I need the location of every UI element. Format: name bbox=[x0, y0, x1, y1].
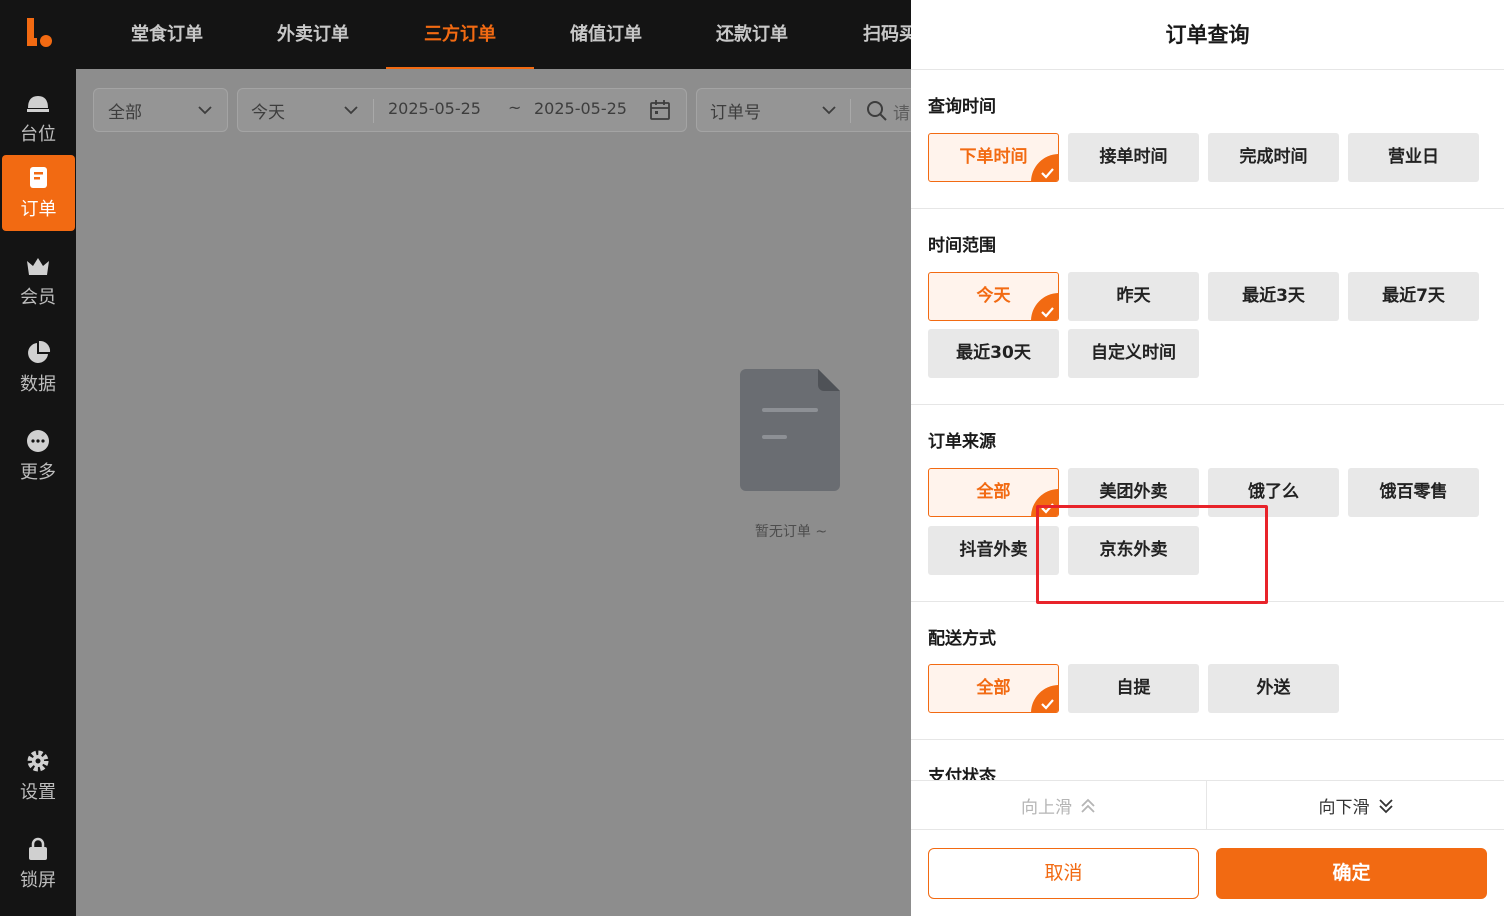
check-icon bbox=[1031, 685, 1058, 712]
chevron-down-icon bbox=[822, 106, 836, 115]
option-label: 下单时间 bbox=[959, 147, 1028, 167]
section-delivery-method: 配送方式 全部 自提 外送 bbox=[911, 602, 1504, 740]
chevron-down-icon bbox=[344, 106, 358, 115]
check-icon bbox=[1031, 293, 1058, 320]
section-payment-status: 支付状态 bbox=[911, 740, 1504, 780]
pie-chart-icon bbox=[28, 340, 51, 363]
option-home-delivery[interactable]: 外送 bbox=[1208, 664, 1339, 713]
option-custom-time[interactable]: 自定义时间 bbox=[1068, 329, 1199, 378]
option-last-7-days[interactable]: 最近7天 bbox=[1348, 272, 1479, 321]
status-select-value: 全部 bbox=[108, 102, 142, 123]
option-today[interactable]: 今天 bbox=[928, 272, 1059, 321]
scroll-down-label: 向下滑 bbox=[1318, 798, 1370, 818]
search-type-value: 订单号 bbox=[710, 102, 761, 123]
member-icon bbox=[27, 258, 49, 275]
option-business-day[interactable]: 营业日 bbox=[1348, 133, 1479, 182]
sidebar-item-tables[interactable]: 台位 bbox=[0, 80, 76, 156]
order-list-area: 全部 今天 2025-05-25 ~ 2025-05-25 订单号 请 暂无订单… bbox=[76, 69, 926, 916]
option-eleme[interactable]: 饿了么 bbox=[1208, 468, 1339, 517]
gear-icon bbox=[27, 750, 49, 772]
option-meituan[interactable]: 美团外卖 bbox=[1068, 468, 1199, 517]
empty-document-icon bbox=[740, 369, 840, 491]
scroll-down-button[interactable]: 向下滑 bbox=[1208, 781, 1504, 830]
start-date[interactable]: 2025-05-25 bbox=[388, 99, 481, 118]
order-search[interactable]: 订单号 请 bbox=[696, 88, 926, 132]
scroll-up-button[interactable]: 向上滑 bbox=[911, 781, 1207, 830]
option-delivery-all[interactable]: 全部 bbox=[928, 664, 1059, 713]
section-title: 支付状态 bbox=[928, 767, 996, 780]
sidebar-item-more[interactable]: 更多 bbox=[0, 418, 76, 494]
option-jd-delivery[interactable]: 京东外卖 bbox=[1068, 526, 1199, 575]
section-title: 订单来源 bbox=[928, 432, 996, 452]
option-ebai-retail[interactable]: 饿百零售 bbox=[1348, 468, 1479, 517]
option-label: 全部 bbox=[976, 678, 1011, 698]
tab-stored-value-orders[interactable]: 储值订单 bbox=[570, 0, 642, 69]
more-icon bbox=[27, 430, 49, 452]
section-title: 查询时间 bbox=[928, 97, 996, 117]
sidebar-item-orders[interactable]: 订单 bbox=[2, 155, 75, 231]
confirm-button[interactable]: 确定 bbox=[1216, 848, 1487, 899]
sidebar-item-label: 数据 bbox=[20, 374, 56, 395]
date-separator: ~ bbox=[508, 98, 522, 117]
sidebar-item-label: 会员 bbox=[20, 287, 56, 308]
option-yesterday[interactable]: 昨天 bbox=[1068, 272, 1199, 321]
sidebar-item-label: 设置 bbox=[20, 782, 56, 803]
check-icon bbox=[1031, 154, 1058, 181]
status-select[interactable]: 全部 bbox=[93, 88, 228, 132]
order-icon bbox=[29, 167, 47, 188]
section-time-range: 时间范围 今天 昨天 最近3天 最近7天 最近30天 自定义时间 bbox=[911, 209, 1504, 405]
double-chevron-down-icon bbox=[1378, 798, 1393, 813]
top-tab-bar: 堂食订单 外卖订单 三方订单 储值订单 还款订单 扫码买 bbox=[76, 0, 911, 69]
drawer-title: 订单查询 bbox=[911, 0, 1504, 70]
sidebar-item-settings[interactable]: 设置 bbox=[0, 738, 76, 814]
option-last-3-days[interactable]: 最近3天 bbox=[1208, 272, 1339, 321]
sidebar-item-data[interactable]: 数据 bbox=[0, 330, 76, 406]
end-date[interactable]: 2025-05-25 bbox=[534, 99, 627, 118]
calendar-icon[interactable] bbox=[649, 99, 671, 121]
sidebar-item-lock[interactable]: 锁屏 bbox=[0, 826, 76, 902]
search-icon bbox=[867, 101, 887, 121]
search-input[interactable]: 请 bbox=[893, 99, 910, 124]
option-self-pickup[interactable]: 自提 bbox=[1068, 664, 1199, 713]
date-range-filter[interactable]: 今天 2025-05-25 ~ 2025-05-25 bbox=[237, 88, 687, 132]
tab-delivery-orders[interactable]: 外卖订单 bbox=[277, 0, 349, 69]
chevron-down-icon bbox=[198, 106, 212, 115]
option-source-all[interactable]: 全部 bbox=[928, 468, 1059, 517]
tab-scan-orders[interactable]: 扫码买 bbox=[863, 0, 911, 69]
sidebar: 台位 订单 会员 数据 更多 设置 锁屏 bbox=[0, 0, 76, 916]
check-icon bbox=[1031, 489, 1058, 516]
lock-icon bbox=[29, 837, 47, 860]
option-order-time[interactable]: 下单时间 bbox=[928, 133, 1059, 182]
cancel-button[interactable]: 取消 bbox=[928, 848, 1199, 899]
empty-state-text: 暂无订单 ~ bbox=[754, 524, 828, 540]
section-order-source: 订单来源 全部 美团外卖 饿了么 饿百零售 抖音外卖 京东外卖 bbox=[911, 405, 1504, 602]
section-title: 配送方式 bbox=[928, 629, 996, 649]
option-accept-time[interactable]: 接单时间 bbox=[1068, 133, 1199, 182]
sidebar-item-members[interactable]: 会员 bbox=[0, 243, 76, 319]
tab-repayment-orders[interactable]: 还款订单 bbox=[716, 0, 788, 69]
sidebar-item-label: 台位 bbox=[20, 124, 56, 145]
section-query-time: 查询时间 下单时间 接单时间 完成时间 营业日 bbox=[911, 70, 1504, 209]
range-select-value: 今天 bbox=[251, 102, 285, 123]
scroll-controls: 向上滑 向下滑 bbox=[911, 780, 1504, 830]
tab-third-party-orders[interactable]: 三方订单 bbox=[386, 0, 534, 69]
table-bell-icon bbox=[27, 96, 49, 112]
tab-dine-in-orders[interactable]: 堂食订单 bbox=[131, 0, 203, 69]
order-query-drawer: 订单查询 查询时间 下单时间 接单时间 完成时间 营业日 时间范围 今天 昨天 … bbox=[911, 0, 1504, 916]
section-title: 时间范围 bbox=[928, 236, 996, 256]
scroll-up-label: 向上滑 bbox=[1021, 798, 1072, 818]
option-complete-time[interactable]: 完成时间 bbox=[1208, 133, 1339, 182]
app-logo bbox=[27, 18, 52, 47]
option-label: 全部 bbox=[976, 482, 1011, 502]
sidebar-item-label: 锁屏 bbox=[20, 870, 56, 891]
double-chevron-up-icon bbox=[1081, 798, 1095, 813]
sidebar-item-label: 更多 bbox=[20, 462, 56, 483]
option-douyin[interactable]: 抖音外卖 bbox=[928, 526, 1059, 575]
sidebar-item-label: 订单 bbox=[20, 199, 57, 220]
option-last-30-days[interactable]: 最近30天 bbox=[928, 329, 1059, 378]
option-label: 今天 bbox=[976, 286, 1011, 306]
